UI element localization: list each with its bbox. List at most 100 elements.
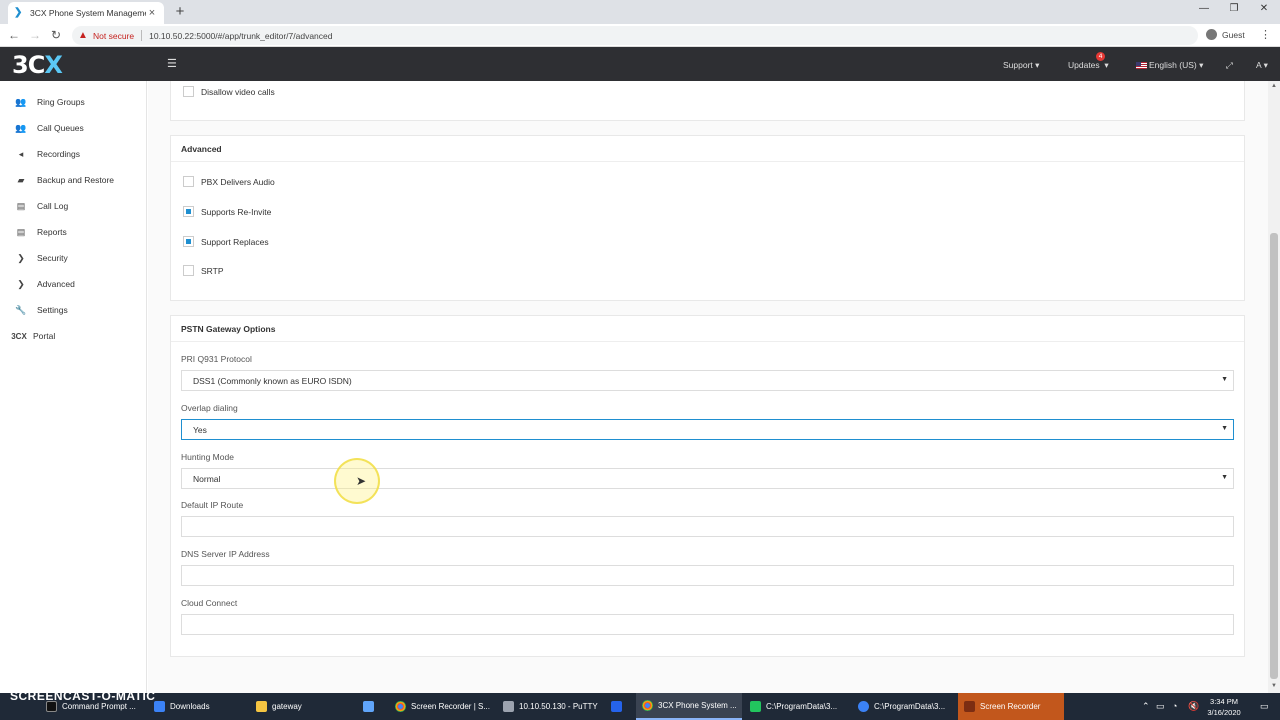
- taskbar-clock[interactable]: 3:34 PM 3/16/2020: [1200, 696, 1248, 718]
- taskbar-item-screen-recorder-chrome[interactable]: Screen Recorder | S...: [389, 693, 493, 720]
- reload-icon[interactable]: ↻: [48, 27, 64, 43]
- pri-protocol-select[interactable]: DSS1 (Commonly known as EURO ISDN) ▼: [181, 370, 1234, 391]
- sidebar-item-call-log[interactable]: ▤ Call Log: [0, 196, 147, 216]
- updates-label: Updates: [1068, 60, 1100, 70]
- sidebar-item-label: Advanced: [37, 279, 75, 289]
- sidebar-item-label: Portal: [33, 331, 56, 341]
- restore-icon[interactable]: ❐: [1222, 3, 1246, 14]
- disallow-video-option[interactable]: Disallow video calls: [183, 86, 275, 97]
- supports-reinvite-checkbox[interactable]: [183, 206, 194, 217]
- sidebar-item-ring-groups[interactable]: 👥 Ring Groups: [0, 92, 147, 112]
- taskbar-item-downloads[interactable]: Downloads: [148, 693, 248, 720]
- srtp-checkbox[interactable]: [183, 265, 194, 276]
- cloud-connect-input[interactable]: [181, 614, 1234, 635]
- taskbar-item-app[interactable]: [605, 693, 635, 720]
- clock-date: 3/16/2020: [1207, 708, 1241, 717]
- call-queues-icon: 👥: [15, 122, 27, 133]
- 3cx-logo[interactable]: 3CX: [12, 51, 63, 79]
- srtp-option[interactable]: SRTP: [183, 265, 224, 276]
- mouse-cursor-icon: ➤: [356, 474, 367, 488]
- sidebar-item-backup[interactable]: ▰ Backup and Restore: [0, 170, 147, 190]
- support-menu[interactable]: Support ▾: [1003, 60, 1039, 71]
- pbx-delivers-audio-option[interactable]: PBX Delivers Audio: [183, 176, 275, 187]
- pstn-gateway-panel: PSTN Gateway Options PRI Q931 Protocol D…: [170, 315, 1245, 657]
- sidebar-item-security[interactable]: ❯ Security: [0, 248, 147, 268]
- sidebar-item-advanced[interactable]: ❯ Advanced: [0, 274, 147, 294]
- not-secure-label[interactable]: Not secure: [93, 31, 134, 41]
- language-menu[interactable]: English (US) ▾: [1136, 60, 1203, 71]
- sidebar-item-recordings[interactable]: ◂ Recordings: [0, 144, 147, 164]
- forward-icon[interactable]: →: [27, 27, 43, 43]
- default-ip-route-label: Default IP Route: [181, 500, 244, 510]
- page-scrollbar[interactable]: ▲ ▼: [1268, 81, 1280, 693]
- url-bar[interactable]: ▲ Not secure 10.10.50.22:5000/#/app/trun…: [72, 26, 1198, 45]
- taskbar-label: Downloads: [170, 702, 210, 711]
- overlap-dialing-select[interactable]: Yes ▼: [181, 419, 1234, 440]
- taskbar-item-3cx[interactable]: 3CX Phone System ...: [636, 693, 742, 720]
- sidebar-item-reports[interactable]: ▤ Reports: [0, 222, 147, 242]
- cloud-connect-label: Cloud Connect: [181, 598, 238, 608]
- scroll-up-icon[interactable]: ▲: [1271, 83, 1277, 89]
- sidebar-item-label: Reports: [37, 227, 67, 237]
- dns-server-input[interactable]: [181, 565, 1234, 586]
- checkbox-label: Disallow video calls: [201, 86, 275, 97]
- taskbar-label: Screen Recorder: [980, 702, 1041, 711]
- taskbar-label: Screen Recorder | S...: [411, 702, 490, 711]
- sidebar-item-settings[interactable]: 🔧 Settings: [0, 300, 147, 320]
- taskbar-item-screen-recorder[interactable]: Screen Recorder: [958, 693, 1064, 720]
- sidebar-item-portal[interactable]: 3CX Portal: [0, 326, 147, 346]
- reports-icon: ▤: [16, 226, 26, 237]
- wifi-icon[interactable]: ◔: [1172, 701, 1177, 711]
- back-icon[interactable]: ←: [6, 27, 22, 43]
- support-replaces-checkbox[interactable]: [183, 236, 194, 247]
- taskbar-item-putty[interactable]: 10.10.50.130 - PuTTY: [497, 693, 601, 720]
- pbx-delivers-audio-checkbox[interactable]: [183, 176, 194, 187]
- taskbar-item-programdata-2[interactable]: C:\ProgramData\3...: [852, 693, 956, 720]
- taskbar-item-gateway[interactable]: gateway: [250, 693, 350, 720]
- watermark-top-text: RECORDED WITH: [10, 682, 66, 689]
- screencast-watermark: RECORDED WITH SCREENCAST-O-MATIC: [10, 682, 155, 703]
- user-menu[interactable]: A ▾: [1256, 60, 1268, 71]
- call-log-icon: ▤: [16, 200, 26, 211]
- tray-chevron-icon[interactable]: ⌃: [1142, 701, 1150, 712]
- chevron-right-icon: ❯: [17, 278, 25, 289]
- disallow-video-checkbox[interactable]: [183, 86, 194, 97]
- sidebar-item-label: Security: [37, 253, 68, 263]
- select-value: DSS1 (Commonly known as EURO ISDN): [193, 376, 352, 386]
- profile-button[interactable]: Guest: [1206, 29, 1245, 40]
- browser-menu-icon[interactable]: ⋮: [1260, 28, 1271, 41]
- minimize-icon[interactable]: —: [1192, 3, 1216, 14]
- tab-title: 3CX Phone System Management: [30, 8, 146, 18]
- advanced-panel: Advanced PBX Delivers Audio Supports Re-…: [170, 135, 1245, 301]
- default-ip-route-input[interactable]: [181, 516, 1234, 537]
- address-bar-row: ← → ↻ ▲ Not secure 10.10.50.22:5000/#/ap…: [0, 24, 1280, 47]
- app-header: 3CX ☰ Support ▾ Updates ▾ 4 English (US)…: [0, 47, 1280, 81]
- fullscreen-icon[interactable]: ⤢: [1226, 60, 1233, 71]
- close-window-icon[interactable]: ✕: [1252, 3, 1276, 14]
- close-tab-icon[interactable]: ×: [146, 7, 158, 19]
- sidebar-item-call-queues[interactable]: 👥 Call Queues: [0, 118, 147, 138]
- taskbar-label: Command Prompt ...: [62, 702, 136, 711]
- taskbar-item-programdata-1[interactable]: C:\ProgramData\3...: [744, 693, 848, 720]
- supports-reinvite-option[interactable]: Supports Re-Invite: [183, 206, 271, 217]
- windows-taskbar: Command Prompt ... Downloads gateway Scr…: [0, 693, 1280, 720]
- scrollbar-thumb[interactable]: [1270, 233, 1278, 679]
- watermark-main-text: SCREENCAST-O-MATIC: [10, 689, 156, 703]
- wrench-icon: 🔧: [15, 304, 27, 315]
- network-icon[interactable]: ▭: [1156, 701, 1165, 712]
- checkbox-label: Supports Re-Invite: [201, 206, 272, 217]
- support-replaces-option[interactable]: Support Replaces: [183, 236, 269, 247]
- url-text[interactable]: 10.10.50.22:5000/#/app/trunk_editor/7/ad…: [149, 31, 332, 41]
- notifications-icon[interactable]: ▭: [1260, 701, 1269, 712]
- checkbox-label: SRTP: [201, 265, 224, 276]
- scroll-down-icon[interactable]: ▼: [1271, 683, 1277, 689]
- browser-tab[interactable]: ❯ 3CX Phone System Management ×: [8, 2, 164, 24]
- hamburger-menu-icon[interactable]: ☰: [167, 57, 177, 70]
- media-options-panel: Disallow video calls: [170, 81, 1245, 121]
- new-tab-icon[interactable]: +: [172, 3, 188, 20]
- sidebar-item-label: Call Queues: [37, 123, 84, 133]
- updates-menu[interactable]: Updates ▾: [1068, 60, 1109, 71]
- taskbar-item-mail[interactable]: [357, 693, 387, 720]
- volume-icon[interactable]: 🔇: [1188, 701, 1199, 712]
- folder-icon: [256, 701, 267, 712]
